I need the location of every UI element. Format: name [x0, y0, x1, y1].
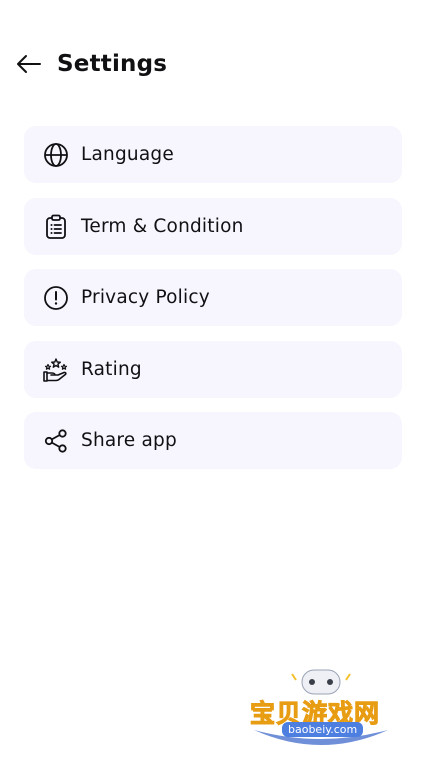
exclamation-circle-icon: [42, 284, 70, 312]
back-button[interactable]: [14, 52, 44, 80]
share-icon: [42, 427, 70, 455]
header: Settings: [0, 44, 426, 88]
clipboard-list-icon: [42, 213, 70, 241]
menu-item-label: Privacy Policy: [81, 287, 210, 308]
page-title: Settings: [57, 51, 168, 77]
menu-item-label: Term & Condition: [81, 215, 244, 237]
watermark-url: baobeiy.com: [282, 722, 364, 737]
settings-screen: Settings Language Term & Condition Priva…: [0, 0, 426, 759]
menu-item-rating[interactable]: Rating: [24, 340, 402, 398]
globe-icon: [42, 141, 70, 169]
menu-item-term-condition[interactable]: Term & Condition: [24, 197, 402, 255]
menu-item-label: Language: [81, 144, 174, 165]
hand-stars-icon: [42, 356, 70, 384]
menu-item-label: Rating: [81, 358, 142, 380]
arrow-left-icon: [16, 54, 42, 78]
menu-item-share-app[interactable]: Share app: [24, 412, 402, 469]
menu-item-label: Share app: [81, 430, 177, 451]
menu-item-privacy-policy[interactable]: Privacy Policy: [24, 269, 402, 326]
menu-item-language[interactable]: Language: [24, 126, 402, 183]
settings-menu: Language Term & Condition Privacy Policy…: [24, 126, 402, 484]
watermark-logo: 宝贝游戏网 baobeiy.com: [246, 664, 396, 754]
